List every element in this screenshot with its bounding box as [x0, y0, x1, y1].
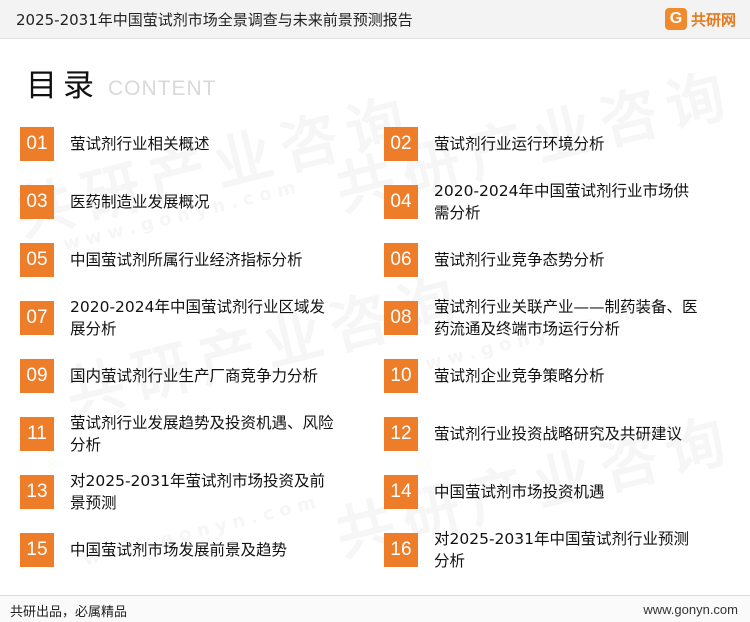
toc-subtitle: CONTENT: [108, 77, 217, 100]
toc-item-13[interactable]: 13 对2025-2031年萤试剂市场投资及前景预测: [20, 469, 350, 513]
brand-logo: G 共研网: [664, 6, 736, 32]
toc-heading: 目录 CONTENT: [26, 64, 217, 104]
toc-item-03[interactable]: 03 医药制造业发展概况: [20, 179, 350, 223]
toc-title: 目录: [26, 68, 100, 104]
toc-label: 2020-2024年中国萤试剂行业市场供需分析: [434, 182, 689, 222]
toc-number: 08: [384, 301, 418, 335]
toc-item-16[interactable]: 16 对2025-2031年中国萤试剂行业预测分析: [384, 527, 724, 571]
toc-label: 萤试剂企业竞争策略分析: [434, 367, 605, 385]
toc-item-11[interactable]: 11 萤试剂行业发展趋势及投资机遇、风险分析: [20, 411, 350, 455]
toc-number: 06: [384, 243, 418, 277]
toc-item-14[interactable]: 14 中国萤试剂市场投资机遇: [384, 469, 724, 513]
toc-item-15[interactable]: 15 中国萤试剂市场发展前景及趋势: [20, 527, 350, 571]
toc-label: 对2025-2031年中国萤试剂行业预测分析: [434, 530, 689, 570]
toc-number: 12: [384, 417, 418, 451]
toc-item-02[interactable]: 02 萤试剂行业运行环境分析: [384, 121, 724, 165]
toc-number: 15: [20, 533, 54, 567]
toc-item-09[interactable]: 09 国内萤试剂行业生产厂商竞争力分析: [20, 353, 350, 397]
toc-number: 16: [384, 533, 418, 567]
toc-item-05[interactable]: 05 中国萤试剂所属行业经济指标分析: [20, 237, 350, 281]
gonyn-logo-icon: G: [664, 8, 687, 30]
toc-label: 萤试剂行业投资战略研究及共研建议: [434, 425, 683, 443]
toc-item-10[interactable]: 10 萤试剂企业竞争策略分析: [384, 353, 724, 397]
toc-label: 萤试剂行业关联产业——制药装备、医药流通及终端市场运行分析: [434, 298, 698, 338]
toc-label: 萤试剂行业运行环境分析: [434, 135, 605, 153]
toc-number: 07: [20, 301, 54, 335]
toc-item-01[interactable]: 01 萤试剂行业相关概述: [20, 121, 350, 165]
toc-label: 萤试剂行业相关概述: [70, 135, 210, 153]
toc-item-12[interactable]: 12 萤试剂行业投资战略研究及共研建议: [384, 411, 724, 455]
toc-number: 05: [20, 243, 54, 277]
toc-label: 国内萤试剂行业生产厂商竞争力分析: [70, 367, 319, 385]
toc-number: 10: [384, 359, 418, 393]
toc-number: 11: [20, 417, 54, 451]
report-title: 2025-2031年中国萤试剂市场全景调查与未来前景预测报告: [16, 11, 413, 29]
toc-label: 医药制造业发展概况: [70, 193, 210, 211]
page-header: 2025-2031年中国萤试剂市场全景调查与未来前景预测报告 G 共研网: [0, 0, 750, 39]
toc-label: 2020-2024年中国萤试剂行业区域发展分析: [70, 298, 325, 338]
logo-text: 共研网: [690, 10, 736, 29]
toc-number: 01: [20, 127, 54, 161]
toc-item-07[interactable]: 07 2020-2024年中国萤试剂行业区域发展分析: [20, 295, 350, 339]
toc-number: 13: [20, 475, 54, 509]
toc-item-08[interactable]: 08 萤试剂行业关联产业——制药装备、医药流通及终端市场运行分析: [384, 295, 724, 339]
toc-label: 萤试剂行业发展趋势及投资机遇、风险分析: [70, 414, 334, 454]
toc-number: 03: [20, 185, 54, 219]
toc-item-06[interactable]: 06 萤试剂行业竞争态势分析: [384, 237, 724, 281]
toc-item-04[interactable]: 04 2020-2024年中国萤试剂行业市场供需分析: [384, 179, 724, 223]
page-footer: 共研出品，必属精品 www.gonyn.com: [0, 595, 750, 622]
toc-number: 02: [384, 127, 418, 161]
toc-label: 对2025-2031年萤试剂市场投资及前景预测: [70, 472, 325, 512]
toc-number: 14: [384, 475, 418, 509]
toc-label: 萤试剂行业竞争态势分析: [434, 251, 605, 269]
toc-number: 09: [20, 359, 54, 393]
toc-label: 中国萤试剂市场投资机遇: [434, 483, 605, 501]
footer-url[interactable]: www.gonyn.com: [643, 602, 738, 617]
toc-label: 中国萤试剂市场发展前景及趋势: [70, 541, 288, 559]
toc-number: 04: [384, 185, 418, 219]
footer-slogan: 共研出品，必属精品: [10, 605, 128, 620]
toc-label: 中国萤试剂所属行业经济指标分析: [70, 251, 303, 269]
